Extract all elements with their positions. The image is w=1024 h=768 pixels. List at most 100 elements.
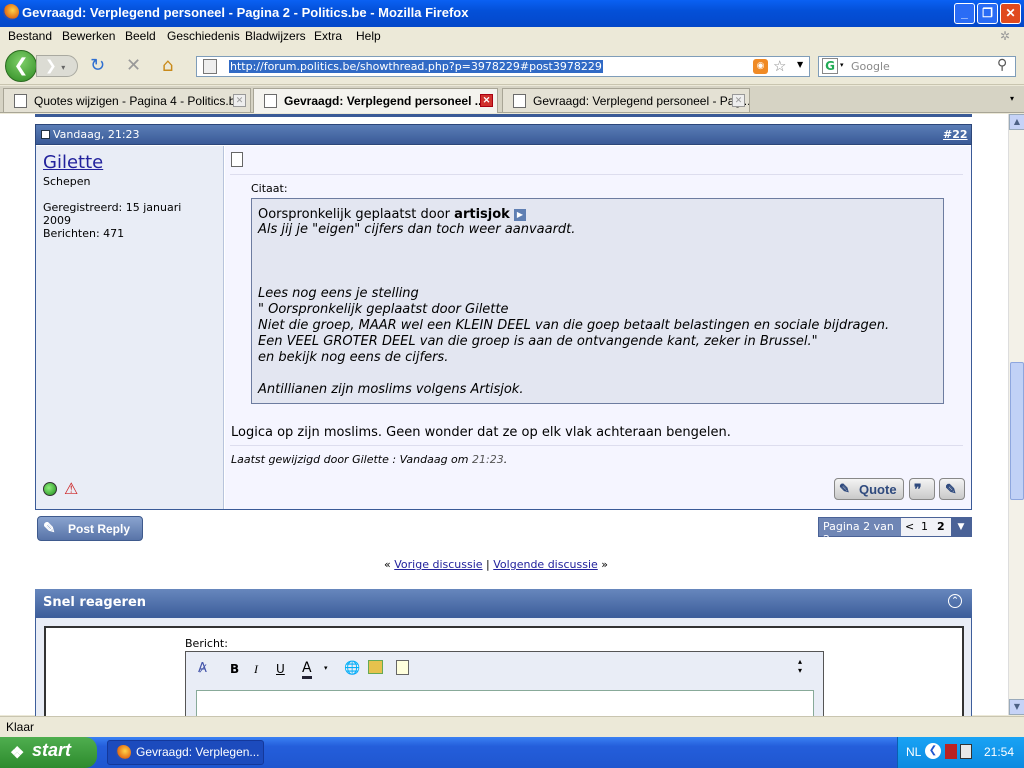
pagination: Pagina 2 van 2 < 1 2 ▼ xyxy=(818,517,972,546)
bold-icon[interactable]: B xyxy=(230,662,239,676)
menu-beeld[interactable]: Beeld xyxy=(125,29,156,43)
quote-button-label: Quote xyxy=(859,482,897,497)
quote-label: Citaat: xyxy=(251,182,288,195)
post-header: Vandaag, 21:23 #22 xyxy=(35,124,972,145)
pagination-dropdown-icon[interactable]: ▼ xyxy=(951,518,971,536)
text-color-dropdown-icon[interactable]: ▾ xyxy=(324,664,328,672)
engine-dropdown-icon[interactable]: ▾ xyxy=(840,61,844,69)
username-link[interactable]: Gilette xyxy=(43,152,103,173)
quote-line: Lees nog eens je stelling xyxy=(258,286,419,301)
tab-quotes-wijzigen[interactable]: Quotes wijzigen - Pagina 4 - Politics.be… xyxy=(3,88,251,112)
firefox-icon xyxy=(3,4,19,20)
search-icon[interactable]: ⚲ xyxy=(997,57,1007,73)
window-title: Gevraagd: Verplegend personeel - Pagina … xyxy=(22,5,469,20)
tab-close-icon[interactable]: ✕ xyxy=(732,94,745,107)
scroll-thumb[interactable] xyxy=(1010,362,1024,500)
start-button[interactable]: ❖ start xyxy=(0,737,97,768)
insert-link-icon[interactable]: 🌐 xyxy=(344,661,360,676)
home-icon[interactable]: ⌂ xyxy=(162,57,173,75)
quick-reply-title: Snel reageren xyxy=(43,595,147,610)
menu-bar: Bestand Bewerken Beeld Geschiedenis Blad… xyxy=(0,27,1024,47)
tab-label: Gevraagd: Verplegend personeel - Pagi... xyxy=(533,94,750,108)
editor-toolbar: A̷ B I U A ▾ 🌐 ▴ ▾ xyxy=(185,651,824,730)
post-message-text: Logica op zijn moslims. Geen wonder dat … xyxy=(231,425,731,440)
tab-list-icon[interactable]: ▾ xyxy=(1010,94,1014,103)
divider xyxy=(230,174,963,175)
maximize-button[interactable]: ❐ xyxy=(977,3,998,24)
resize-editor-icon[interactable]: ▴ ▾ xyxy=(798,657,802,675)
bookmark-star-icon[interactable]: ☆ xyxy=(773,57,786,75)
menu-bladwijzers[interactable]: Bladwijzers xyxy=(245,29,306,43)
search-box[interactable]: G ▾ Google ⚲ xyxy=(818,56,1016,77)
tab-bar: Quotes wijzigen - Pagina 4 - Politics.be… xyxy=(0,86,1024,113)
url-text[interactable]: http://forum.politics.be/showthread.php?… xyxy=(229,60,603,73)
user-title: Schepen xyxy=(43,175,91,188)
taskbar-firefox-item[interactable]: Gevraagd: Verplegen... xyxy=(107,740,264,765)
minimize-button[interactable]: _ xyxy=(954,3,975,24)
page-current-2: 2 xyxy=(937,520,945,533)
stop-icon[interactable]: ✕ xyxy=(126,57,141,75)
scroll-down-icon[interactable]: ▼ xyxy=(1009,699,1024,715)
quote-button[interactable]: ✎ Quote xyxy=(834,478,904,500)
pagination-label: Pagina 2 van 2 xyxy=(819,518,901,546)
quote-line: Een VEEL GROTER DEEL van die groep is aa… xyxy=(258,334,818,349)
remove-format-icon[interactable]: A̷ xyxy=(198,661,207,676)
insert-image-icon[interactable] xyxy=(368,660,383,674)
insert-quote-icon[interactable] xyxy=(396,660,409,675)
previous-thread-link[interactable]: Vorige discussie xyxy=(394,558,482,571)
search-input[interactable]: Google xyxy=(851,60,890,73)
menu-geschiedenis[interactable]: Geschiedenis xyxy=(167,29,240,43)
vertical-scrollbar[interactable]: ▲ ▼ xyxy=(1008,114,1024,715)
language-bar-icon[interactable]: ❮ xyxy=(925,743,941,759)
next-thread-link[interactable]: Volgende discussie xyxy=(493,558,598,571)
quick-reply-button[interactable]: ✎ xyxy=(939,478,965,500)
italic-icon[interactable]: I xyxy=(254,662,258,677)
quote-line: en bekijk nog eens de cijfers. xyxy=(258,350,449,365)
menu-help[interactable]: Help xyxy=(356,29,381,43)
quote-line: Niet die groep, MAAR wel een KLEIN DEEL … xyxy=(258,318,890,333)
google-engine-icon[interactable]: G xyxy=(822,58,838,74)
url-dropdown-icon[interactable]: ▼ xyxy=(797,60,803,69)
edited-prefix: Laatst gewijzigd door Gilette : Vandaag … xyxy=(231,453,469,466)
tab-verplegend-personeel-active[interactable]: Gevraagd: Verplegend personeel ... ✕ xyxy=(253,88,498,113)
back-button[interactable]: ❮ xyxy=(5,50,37,82)
quote-pencil-icon: ✎ xyxy=(839,481,850,496)
quote-intro: Oorspronkelijk geplaatst door artisjok ▶ xyxy=(258,207,526,222)
underline-icon[interactable]: U xyxy=(276,662,285,676)
menu-extra[interactable]: Extra xyxy=(314,29,342,43)
post-reply-button[interactable]: ✎ Post Reply xyxy=(37,516,143,541)
quote-line: Antillianen zijn moslims volgens Artisjo… xyxy=(258,382,524,397)
tray-app-icon[interactable] xyxy=(945,744,957,759)
rss-icon[interactable]: ◉ xyxy=(753,59,768,74)
tab-label: Quotes wijzigen - Pagina 4 - Politics.be xyxy=(34,94,243,108)
collapse-icon[interactable]: ⌃ xyxy=(948,594,962,608)
edited-time: 21:23 xyxy=(472,453,504,466)
text-color-icon[interactable]: A xyxy=(302,660,312,679)
reload-icon[interactable]: ↻ xyxy=(90,57,105,75)
report-post-icon[interactable]: ⚠ xyxy=(64,479,78,498)
clock: 21:54 xyxy=(984,745,1015,759)
quick-reply-header: Snel reageren ⌃ xyxy=(35,589,972,617)
view-post-icon[interactable]: ▶ xyxy=(513,208,526,221)
page-link-1[interactable]: 1 xyxy=(921,520,928,533)
user-info-panel: Gilette Schepen Geregistreerd: 15 januar… xyxy=(36,146,224,509)
language-indicator[interactable]: NL xyxy=(906,745,921,759)
forward-button[interactable]: ❯ ▾ xyxy=(36,55,78,77)
user-post-count: Berichten: 471 xyxy=(43,227,125,240)
menu-bestand[interactable]: Bestand xyxy=(8,29,52,43)
quote-line: " Oorspronkelijk geplaatst door Gilette xyxy=(258,302,509,317)
post-number-link[interactable]: #22 xyxy=(943,128,968,141)
tab-verplegend-personeel[interactable]: Gevraagd: Verplegend personeel - Pagi...… xyxy=(502,88,750,112)
multi-quote-button[interactable]: ❞ xyxy=(909,478,935,500)
tab-close-icon[interactable]: ✕ xyxy=(480,94,493,107)
throbber-icon: ✲ xyxy=(1000,29,1011,43)
scroll-up-icon[interactable]: ▲ xyxy=(1009,114,1024,130)
tray-network-icon[interactable] xyxy=(960,744,972,759)
menu-bewerken[interactable]: Bewerken xyxy=(62,29,115,43)
post-reply-icon: ✎ xyxy=(43,520,56,537)
quote-intro-text: Oorspronkelijk geplaatst door xyxy=(258,207,451,222)
tab-close-icon[interactable]: ✕ xyxy=(233,94,246,107)
url-bar[interactable]: http://forum.politics.be/showthread.php?… xyxy=(196,56,810,77)
close-button[interactable]: ✕ xyxy=(1000,3,1021,24)
page-prev-link[interactable]: < xyxy=(905,520,914,533)
